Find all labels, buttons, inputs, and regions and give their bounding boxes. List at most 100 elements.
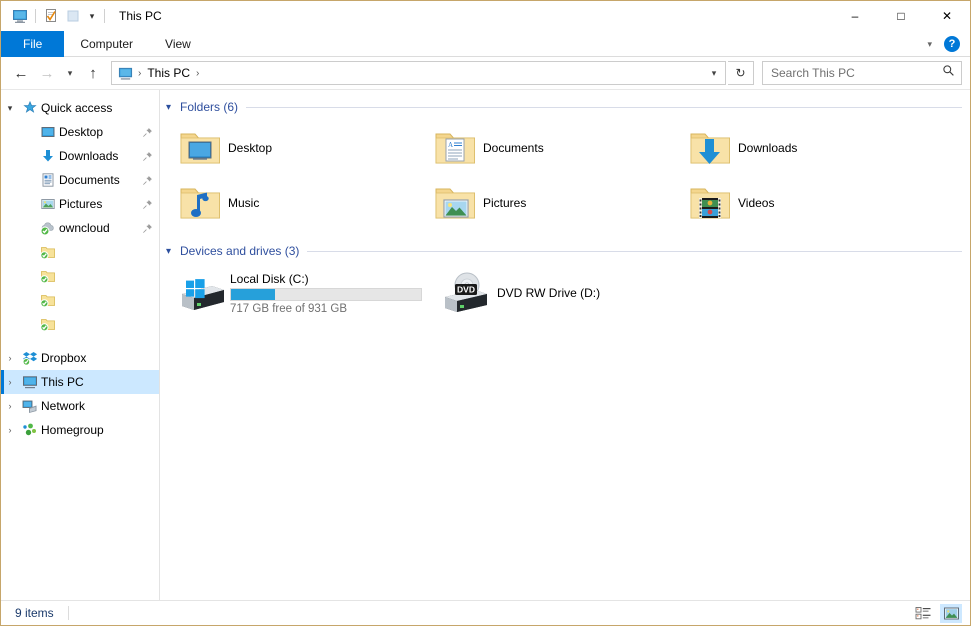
sidebar-item-redacted-1[interactable] [1, 240, 159, 264]
pin-icon[interactable] [139, 175, 155, 186]
hard-drive-windows-icon [174, 269, 230, 317]
tab-file[interactable]: File [1, 31, 65, 57]
chevron-down-icon[interactable]: ▾ [705, 68, 723, 79]
large-icons-view-button[interactable] [940, 603, 962, 623]
sidebar-item-label: Pictures [59, 197, 103, 211]
sidebar-item-label: Network [41, 399, 86, 413]
svg-text:A: A [448, 141, 453, 149]
forward-button[interactable]: → [35, 61, 59, 85]
minimize-button[interactable]: ‒ [832, 1, 878, 31]
back-button[interactable]: ← [9, 61, 33, 85]
address-bar: ← → ▾ ↑ › This PC › ▾ ↻ [1, 57, 970, 89]
folder-sync-icon [37, 268, 59, 284]
search-box[interactable] [762, 61, 962, 85]
folder-tile-label: Desktop [228, 140, 273, 155]
folder-sync-icon [37, 316, 59, 332]
sidebar-item-desktop[interactable]: Desktop [1, 120, 159, 144]
sidebar-item-label: Desktop [59, 125, 104, 139]
chevron-down-icon[interactable]: ▾ [923, 39, 936, 50]
sidebar-item-homegroup[interactable]: › Homegroup [1, 418, 159, 442]
sidebar-item-dropbox[interactable]: › Dropbox [1, 346, 159, 370]
folder-music-icon [174, 179, 226, 227]
sidebar-item-label: Homegroup [41, 423, 104, 437]
network-icon [19, 398, 41, 414]
group-title: Folders (6) [180, 100, 239, 114]
chevron-down-icon[interactable]: ▾ [166, 102, 180, 113]
sidebar-item-redacted-4[interactable] [1, 312, 159, 336]
maximize-button[interactable]: □ [878, 1, 924, 31]
chevron-right-icon[interactable]: › [1, 401, 19, 411]
folder-sync-icon [37, 292, 59, 308]
new-folder-icon[interactable] [62, 5, 84, 27]
sidebar-item-label-redacted [59, 317, 155, 331]
search-input[interactable] [769, 65, 942, 81]
chevron-down-icon[interactable]: ▾ [166, 246, 180, 257]
monitor-icon[interactable] [9, 5, 31, 27]
svg-text:DVD: DVD [457, 285, 475, 295]
folder-tile-documents[interactable]: A Documents [425, 120, 680, 175]
desktop-icon [37, 124, 59, 140]
sidebar-item-label: This PC [41, 375, 84, 389]
chevron-down-icon[interactable]: ▾ [1, 103, 19, 114]
monitor-icon [19, 374, 41, 390]
drive-tile-dvd-rw-d[interactable]: DVD DVD RW Drive (D:) [435, 264, 700, 322]
sidebar-item-downloads[interactable]: Downloads [1, 144, 159, 168]
up-button[interactable]: ↑ [81, 61, 105, 85]
chevron-right-icon[interactable]: › [1, 377, 19, 387]
sidebar-item-redacted-3[interactable] [1, 288, 159, 312]
window-controls: ‒ □ ✕ [832, 1, 970, 31]
tab-view[interactable]: View [149, 31, 207, 57]
search-icon[interactable] [942, 64, 955, 82]
window-title: This PC [119, 9, 162, 23]
folder-tile-label: Downloads [738, 140, 798, 155]
pin-icon[interactable] [139, 127, 155, 138]
chevron-right-icon[interactable]: › [1, 425, 19, 435]
folder-tile-desktop[interactable]: Desktop [170, 120, 425, 175]
sidebar-item-pictures[interactable]: Pictures [1, 192, 159, 216]
star-icon [19, 100, 41, 116]
folder-sync-icon [37, 244, 59, 260]
drive-tile-local-disk-c[interactable]: Local Disk (C:) 717 GB free of 931 GB [170, 264, 435, 322]
refresh-button[interactable]: ↻ [728, 61, 754, 85]
breadcrumb[interactable]: › This PC › ▾ [111, 61, 726, 85]
group-header-devices[interactable]: ▾ Devices and drives (3) [160, 240, 970, 262]
drive-info: Local Disk (C:) 717 GB free of 931 GB [230, 272, 422, 315]
breadcrumb-separator-2[interactable]: › [194, 68, 201, 79]
group-divider [246, 106, 962, 108]
folder-tile-music[interactable]: Music [170, 175, 425, 230]
help-button[interactable]: ? [944, 36, 960, 52]
group-header-folders[interactable]: ▾ Folders (6) [160, 96, 970, 118]
sidebar-item-network[interactable]: › Network [1, 394, 159, 418]
folder-tile-videos[interactable]: Videos [680, 175, 935, 230]
folder-tile-label: Videos [738, 195, 775, 210]
sidebar-item-label-redacted [59, 269, 155, 283]
sidebar-item-label: Dropbox [41, 351, 87, 365]
tab-computer[interactable]: Computer [64, 31, 149, 57]
recent-locations-button[interactable]: ▾ [61, 61, 79, 85]
breadcrumb-this-pc[interactable]: This PC [143, 66, 194, 80]
folder-pictures-icon [429, 179, 481, 227]
sidebar-item-this-pc[interactable]: › This PC [1, 370, 159, 394]
breadcrumb-separator-1[interactable]: › [136, 68, 143, 79]
close-button[interactable]: ✕ [924, 1, 970, 31]
pin-icon[interactable] [139, 223, 155, 234]
dropbox-icon [19, 350, 41, 366]
sidebar-item-quick-access[interactable]: ▾ Quick access [1, 96, 159, 120]
chevron-right-icon[interactable]: › [1, 353, 19, 363]
pin-icon[interactable] [139, 151, 155, 162]
navigation-pane[interactable]: ▾ Quick access Desktop Downloads Documen… [1, 90, 160, 600]
drive-usage-fill [231, 288, 275, 300]
view-buttons [912, 603, 962, 623]
title-bar: ▾ This PC ‒ □ ✕ [1, 1, 970, 31]
details-view-button[interactable] [912, 604, 934, 623]
drives-tile-grid: Local Disk (C:) 717 GB free of 931 GB DV… [160, 262, 970, 322]
sidebar-item-redacted-2[interactable] [1, 264, 159, 288]
pin-icon[interactable] [139, 199, 155, 210]
sidebar-item-owncloud[interactable]: owncloud [1, 216, 159, 240]
chevron-down-icon[interactable]: ▾ [84, 5, 100, 27]
properties-icon[interactable] [40, 5, 62, 27]
content-pane[interactable]: ▾ Folders (6) Desktop A Documents Downlo… [160, 90, 970, 600]
folder-tile-pictures[interactable]: Pictures [425, 175, 680, 230]
folder-tile-downloads[interactable]: Downloads [680, 120, 935, 175]
sidebar-item-documents[interactable]: Documents [1, 168, 159, 192]
